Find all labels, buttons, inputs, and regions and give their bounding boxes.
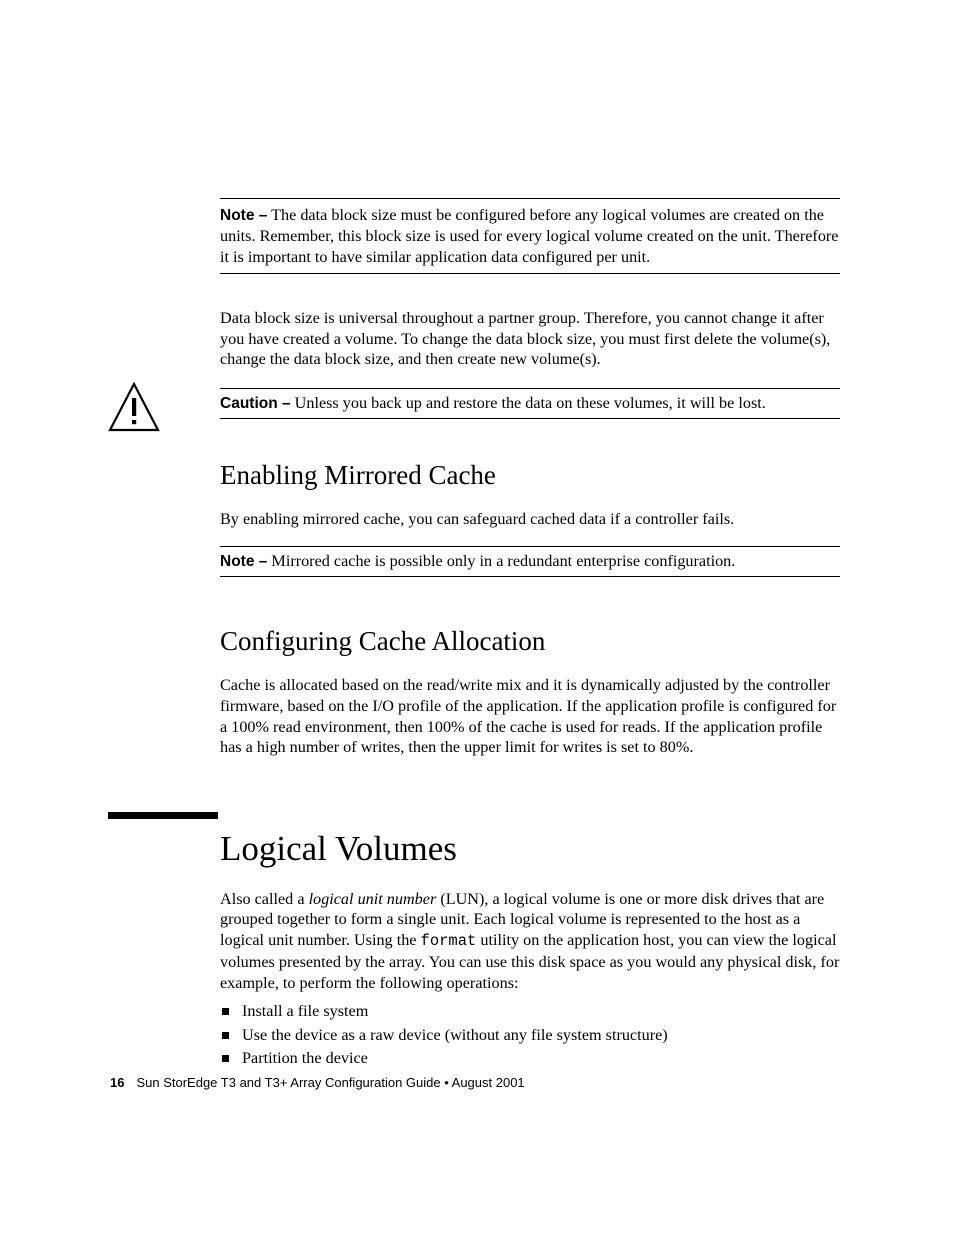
caution-text: Unless you back up and restore the data …	[291, 394, 766, 412]
note-box: Note – The data block size must be confi…	[220, 198, 840, 274]
list-item: Partition the device	[220, 1048, 840, 1069]
section-logical-volumes: Logical Volumes Also called a logical un…	[220, 830, 840, 1071]
section-cache-allocation: Configuring Cache Allocation Cache is al…	[220, 626, 840, 780]
note-block-size: Note – The data block size must be confi…	[220, 198, 840, 294]
footer-text: Sun StorEdge T3 and T3+ Array Configurat…	[136, 1075, 524, 1090]
page-number: 16	[110, 1075, 124, 1090]
heading-mirrored-cache: Enabling Mirrored Cache	[220, 460, 840, 491]
lv-text-mono: format	[421, 932, 477, 950]
page: Note – The data block size must be confi…	[0, 0, 954, 1235]
para-logical-volumes: Also called a logical unit number (LUN),…	[220, 889, 840, 994]
section-mirrored-cache: Enabling Mirrored Cache By enabling mirr…	[220, 460, 840, 597]
caution-block: Caution – Unless you back up and restore…	[220, 388, 840, 419]
bullet-list: Install a file system Use the device as …	[220, 1001, 840, 1069]
heading-cache-allocation: Configuring Cache Allocation	[220, 626, 840, 657]
body-text: Data block size is universal throughout …	[220, 308, 840, 370]
list-item: Install a file system	[220, 1001, 840, 1022]
note-label-mirrored: Note –	[220, 553, 267, 570]
para-cache-allocation: Cache is allocated based on the read/wri…	[220, 675, 840, 758]
para-datablock: Data block size is universal throughout …	[220, 308, 840, 392]
note-text: The data block size must be configured b…	[220, 206, 838, 266]
note-mirrored: Note – Mirrored cache is possible only i…	[220, 546, 840, 577]
caution-icon	[108, 382, 160, 434]
lv-text-pre: Also called a	[220, 890, 309, 908]
list-item: Use the device as a raw device (without …	[220, 1025, 840, 1046]
note-text-mirrored: Mirrored cache is possible only in a red…	[267, 552, 735, 570]
note-label: Note –	[220, 207, 267, 224]
heading-logical-volumes: Logical Volumes	[220, 830, 840, 869]
page-footer: 16 Sun StorEdge T3 and T3+ Array Configur…	[110, 1075, 525, 1090]
para-mirrored: By enabling mirrored cache, you can safe…	[220, 509, 840, 530]
section-rule	[108, 812, 218, 819]
lv-text-italic: logical unit number	[309, 890, 437, 908]
caution-label: Caution –	[220, 395, 291, 412]
caution-box: Caution – Unless you back up and restore…	[220, 388, 840, 419]
